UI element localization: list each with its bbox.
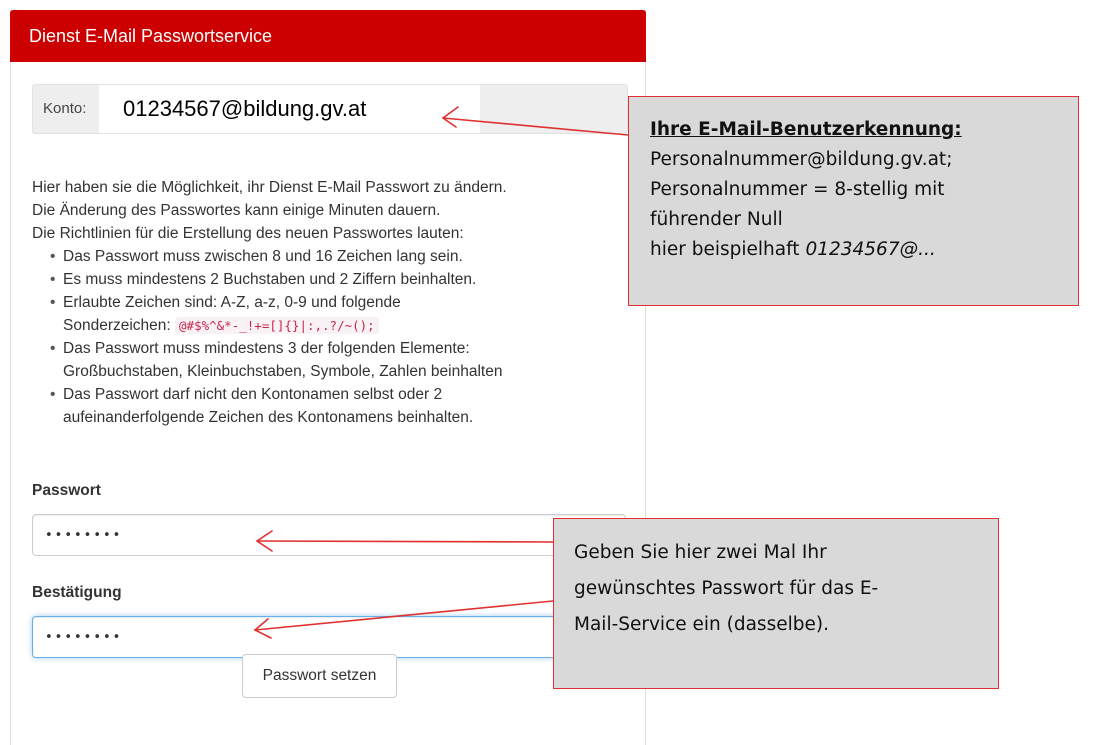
callout-line: Geben Sie hier zwei Mal Ihr: [574, 542, 827, 563]
rule-item: Das Passwort muss zwischen 8 und 16 Zeic…: [32, 245, 642, 268]
rule-text: Das Passwort muss zwischen 8 und 16 Zeic…: [63, 248, 463, 265]
callout-line: gewünschtes Passwort für das E-: [574, 578, 879, 599]
rule-item: Das Passwort darf nicht den Kontonamen s…: [32, 383, 642, 429]
intro-line: Die Richtlinien für die Erstellung des n…: [32, 225, 464, 242]
password-info-callout: Geben Sie hier zwei Mal Ihr gewünschtes …: [553, 518, 999, 689]
account-display: Konto: 01234567@bildung.gv.at: [32, 84, 628, 134]
callout-example-value: 01234567@...: [805, 239, 936, 260]
account-label: Konto:: [43, 100, 87, 117]
account-value-box: 01234567@bildung.gv.at: [99, 85, 480, 133]
account-info-callout: Ihre E-Mail-Benutzerkennung: Personalnum…: [628, 96, 1079, 306]
instructions: Hier haben sie die Möglichkeit, ihr Dien…: [32, 176, 642, 429]
account-value: 01234567@bildung.gv.at: [123, 96, 367, 121]
password-input[interactable]: [33, 515, 625, 555]
rule-text: Es muss mindestens 2 Buchstaben und 2 Zi…: [63, 271, 477, 288]
rule-text: Sonderzeichen:: [63, 317, 171, 334]
callout-line: Mail-Service ein (dasselbe).: [574, 614, 829, 635]
rule-text: aufeinanderfolgende Zeichen des Kontonam…: [63, 409, 474, 426]
password-rules-list: Das Passwort muss zwischen 8 und 16 Zeic…: [32, 245, 642, 429]
callout-line: führender Null: [650, 209, 783, 230]
confirm-field-wrapper: [32, 616, 626, 658]
rule-text: Erlaubte Zeichen sind: A-Z, a-z, 0-9 und…: [63, 294, 401, 311]
intro-line: Hier haben sie die Möglichkeit, ihr Dien…: [32, 179, 507, 196]
set-password-button[interactable]: Passwort setzen: [242, 654, 397, 698]
password-field-wrapper: [32, 514, 626, 556]
callout-line: Personalnummer@bildung.gv.at;: [650, 149, 953, 170]
password-service-panel: Dienst E-Mail Passwortservice Konto: 012…: [10, 10, 646, 745]
rule-item: Es muss mindestens 2 Buchstaben und 2 Zi…: [32, 268, 642, 291]
rule-text: Das Passwort darf nicht den Kontonamen s…: [63, 386, 443, 403]
special-chars-code: @#$%^&*-_!+=[]{}|:,.?/~();: [175, 317, 379, 334]
confirm-label: Bestätigung: [32, 584, 122, 601]
intro-line: Die Änderung des Passwortes kann einige …: [32, 202, 441, 219]
rule-text: Großbuchstaben, Kleinbuchstaben, Symbole…: [63, 363, 503, 380]
rule-item: Das Passwort muss mindestens 3 der folge…: [32, 337, 642, 383]
callout-example-prefix: hier beispielhaft: [650, 239, 806, 260]
callout-line: Personalnummer = 8-stellig mit: [650, 179, 945, 200]
confirm-password-input[interactable]: [33, 617, 625, 657]
password-label: Passwort: [32, 482, 101, 499]
callout-heading: Ihre E-Mail-Benutzerkennung:: [650, 119, 962, 140]
rule-text: Das Passwort muss mindestens 3 der folge…: [63, 340, 470, 357]
panel-title: Dienst E-Mail Passwortservice: [10, 10, 646, 62]
callout-example-line: hier beispielhaft 01234567@...: [650, 235, 1057, 265]
rule-item: Erlaubte Zeichen sind: A-Z, a-z, 0-9 und…: [32, 291, 642, 337]
